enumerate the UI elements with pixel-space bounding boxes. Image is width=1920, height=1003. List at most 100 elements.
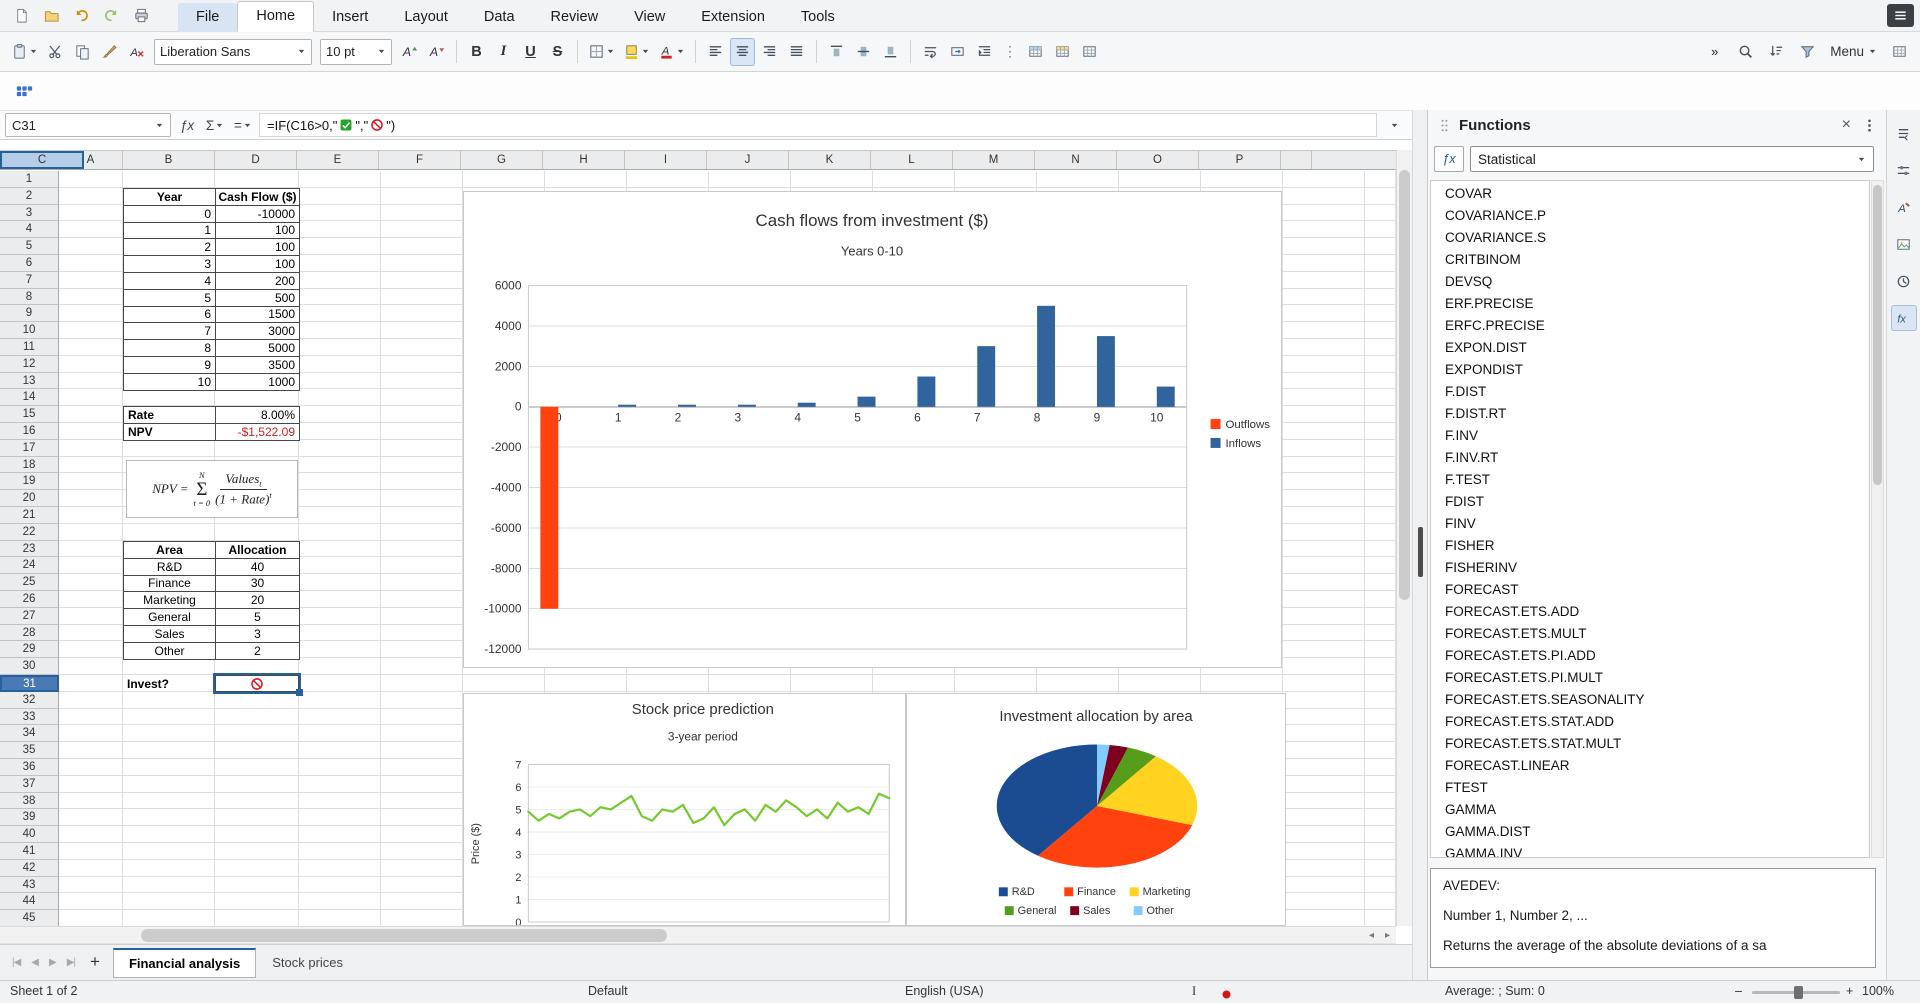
function-item[interactable]: F.INV	[1431, 425, 1869, 447]
italic-button[interactable]: I	[491, 38, 516, 66]
row-header-19[interactable]: 19	[0, 473, 59, 490]
row-header-13[interactable]: 13	[0, 373, 59, 389]
insert-table-button[interactable]	[1077, 38, 1102, 66]
clone-formatting-button[interactable]	[97, 38, 122, 66]
function-item[interactable]: FORECAST.ETS.STAT.MULT	[1431, 733, 1869, 755]
row-header-3[interactable]: 3	[0, 205, 59, 221]
horizontal-scrollbar-thumb[interactable]	[141, 929, 667, 942]
next-sheet-button[interactable]: ▶	[45, 957, 60, 968]
allocation-cell[interactable]: 3	[216, 626, 300, 643]
function-item[interactable]: GAMMA.DIST	[1431, 821, 1869, 843]
row-header-36[interactable]: 36	[0, 759, 59, 776]
function-item[interactable]: COVARIANCE.P	[1431, 205, 1869, 227]
function-item[interactable]: CRITBINOM	[1431, 249, 1869, 271]
sidebar-styles-button[interactable]: A	[1891, 194, 1917, 220]
row-header-30[interactable]: 30	[0, 658, 59, 675]
open-button[interactable]	[40, 5, 62, 27]
sheet-tab-financial-analysis[interactable]: Financial analysis	[113, 948, 256, 978]
area-cell[interactable]: Sales	[124, 626, 216, 643]
row-header-20[interactable]: 20	[0, 490, 59, 507]
allocation-cell[interactable]: 5	[216, 609, 300, 626]
cashflow-cell[interactable]: 3500	[216, 357, 300, 374]
add-sheet-button[interactable]: +	[82, 952, 110, 974]
function-item[interactable]: GAMMA	[1431, 799, 1869, 821]
function-item[interactable]: FDIST	[1431, 491, 1869, 513]
column-header-E[interactable]: E	[297, 151, 379, 169]
function-item[interactable]: F.INV.RT	[1431, 447, 1869, 469]
sheet-tab-stock-prices[interactable]: Stock prices	[256, 948, 359, 977]
sort-button[interactable]	[1764, 38, 1789, 66]
function-item[interactable]: FORECAST.ETS.STAT.ADD	[1431, 711, 1869, 733]
row-header-8[interactable]: 8	[0, 289, 59, 305]
row-header-16[interactable]: 16	[0, 423, 59, 440]
area-cell[interactable]: Other	[124, 643, 216, 660]
row-header-34[interactable]: 34	[0, 725, 59, 742]
panel-menu-icon[interactable]	[1861, 117, 1878, 134]
previous-sheet-button[interactable]: ◀	[27, 957, 42, 968]
row-header-15[interactable]: 15	[0, 406, 59, 423]
year-cell[interactable]: 4	[124, 273, 216, 290]
row-header-5[interactable]: 5	[0, 238, 59, 255]
menu-tab-tools[interactable]: Tools	[783, 3, 853, 32]
allocation-chart[interactable]: Investment allocation by areaR&DFinanceM…	[906, 693, 1286, 926]
row-header-32[interactable]: 32	[0, 692, 59, 709]
function-item[interactable]: FORECAST.LINEAR	[1431, 755, 1869, 777]
column-header-L[interactable]: L	[871, 151, 953, 169]
underline-button[interactable]: U	[518, 38, 543, 66]
area-cell[interactable]: Marketing	[124, 592, 216, 609]
menu-tab-data[interactable]: Data	[466, 3, 533, 32]
select-all-corner[interactable]	[0, 151, 59, 169]
menu-tab-view[interactable]: View	[616, 3, 683, 32]
cash-flow-header[interactable]: Year	[124, 189, 216, 206]
function-item[interactable]: FORECAST.ETS.PI.MULT	[1431, 667, 1869, 689]
sheet-options-button[interactable]	[1887, 38, 1912, 66]
clear-formatting-button[interactable]: A	[124, 38, 149, 66]
menu-tab-layout[interactable]: Layout	[386, 3, 466, 32]
row-header-7[interactable]: 7	[0, 272, 59, 289]
row-header-14[interactable]: 14	[0, 389, 59, 406]
column-header-H[interactable]: H	[543, 151, 625, 169]
menu-tab-extension[interactable]: Extension	[683, 3, 783, 32]
font-color-button[interactable]: A	[655, 38, 688, 66]
background-color-button[interactable]	[620, 38, 653, 66]
zoom-out-button[interactable]: –	[1735, 984, 1742, 998]
row-header-43[interactable]: 43	[0, 877, 59, 893]
align-top-button[interactable]	[824, 38, 849, 66]
function-item[interactable]: F.DIST.RT	[1431, 403, 1869, 425]
find-button[interactable]	[1733, 38, 1758, 66]
toolbar-overflow-button[interactable]: »	[1702, 38, 1727, 66]
copy-button[interactable]	[70, 38, 95, 66]
row-header-27[interactable]: 27	[0, 608, 59, 625]
area-cell[interactable]: Finance	[124, 576, 216, 593]
merge-cells-button[interactable]	[945, 38, 970, 66]
font-size-select[interactable]: 10 pt	[320, 39, 392, 65]
column-header-G[interactable]: G	[461, 151, 543, 169]
category-select[interactable]: Statistical	[1470, 146, 1874, 172]
menu-tab-home[interactable]: Home	[237, 1, 314, 32]
function-item[interactable]: EXPONDIST	[1431, 359, 1869, 381]
scroll-right-button[interactable]: ▸	[1380, 928, 1395, 943]
autofilter-button[interactable]	[1795, 38, 1820, 66]
paste-button[interactable]	[8, 38, 41, 66]
center-vertically-button[interactable]	[851, 38, 876, 66]
bold-button[interactable]: B	[464, 38, 489, 66]
align-justify-button[interactable]	[784, 38, 809, 66]
sidebar-splitter[interactable]	[1412, 110, 1428, 980]
row-header-42[interactable]: 42	[0, 860, 59, 877]
row-header-37[interactable]: 37	[0, 776, 59, 793]
cashflow-cell[interactable]: 1500	[216, 307, 300, 324]
cashflow-chart[interactable]: Cash flows from investment ($)Years 0-10…	[463, 191, 1282, 668]
column-header-P[interactable]: P	[1199, 151, 1281, 169]
row-header-18[interactable]: 18	[0, 457, 59, 473]
row-header-41[interactable]: 41	[0, 843, 59, 860]
column-header-K[interactable]: K	[789, 151, 871, 169]
row-header-23[interactable]: 23	[0, 541, 59, 557]
allocation-cell[interactable]: 2	[216, 643, 300, 660]
cashflow-cell[interactable]: 100	[216, 239, 300, 256]
splitter-grip[interactable]	[1418, 527, 1423, 577]
row-header-39[interactable]: 39	[0, 809, 59, 826]
wrap-text-button[interactable]	[918, 38, 943, 66]
sidebar-properties-button[interactable]	[1891, 157, 1917, 183]
function-item[interactable]: FINV	[1431, 513, 1869, 535]
row-header-44[interactable]: 44	[0, 893, 59, 910]
